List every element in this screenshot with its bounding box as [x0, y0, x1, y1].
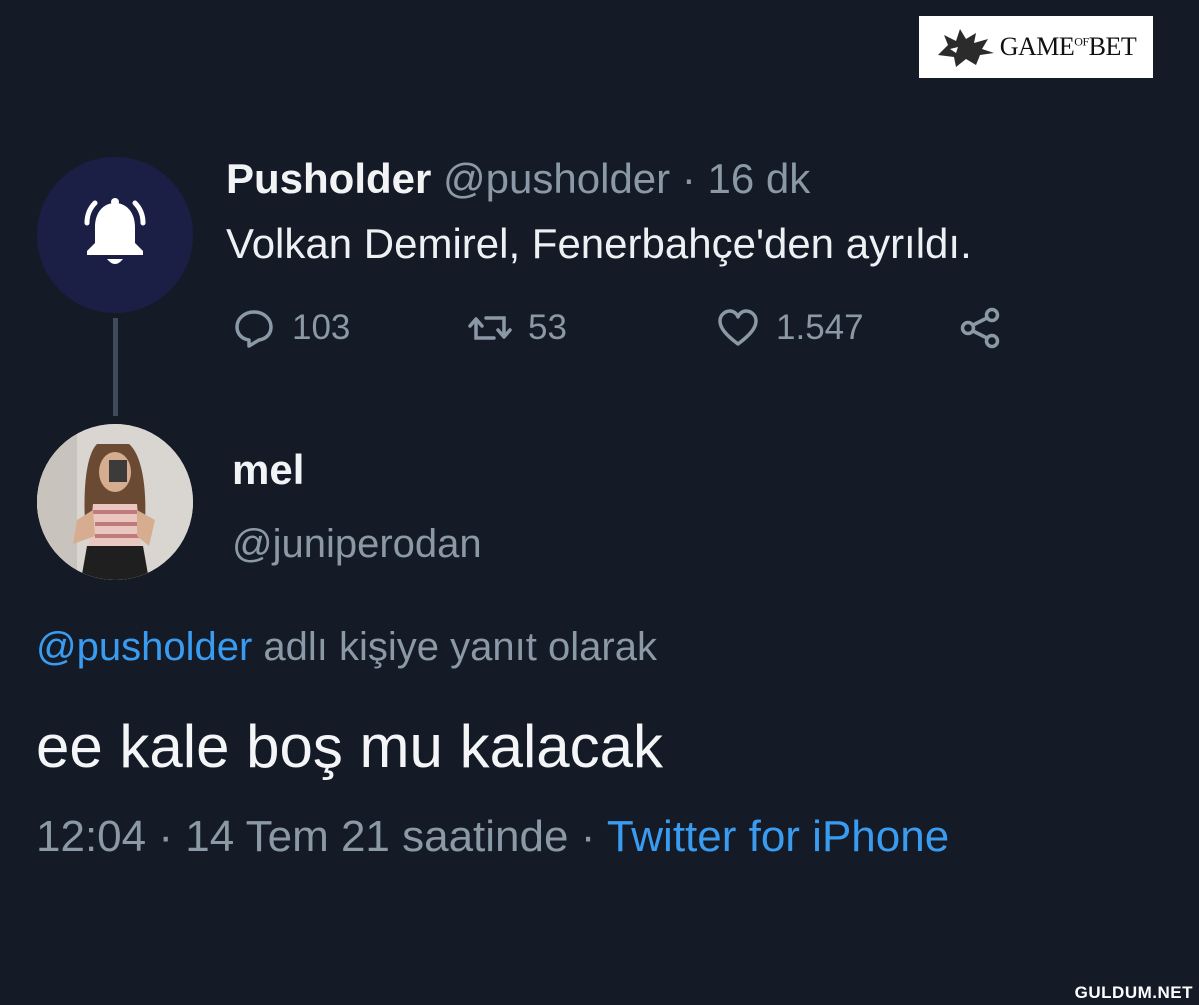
reply-button[interactable]: 103 [232, 306, 350, 350]
like-button[interactable]: 1.547 [716, 306, 864, 350]
share-button[interactable] [958, 306, 1018, 350]
retweet-button[interactable]: 53 [468, 306, 567, 350]
tweet1-display-name[interactable]: Pusholder [226, 155, 431, 202]
logo-text-game: GAME [999, 32, 1075, 61]
tweet2-source-link[interactable]: Twitter for iPhone [607, 812, 949, 861]
logo-text-bet: BET [1088, 32, 1137, 61]
tweet2-separator2: · [580, 812, 596, 861]
tweet2-date[interactable]: 14 Tem 21 saatinde [185, 812, 568, 861]
tweet1-text: Volkan Demirel, Fenerbahçe'den ayrıldı. [226, 220, 972, 267]
heart-icon [718, 309, 758, 346]
juniperodan-avatar[interactable] [37, 424, 193, 580]
retweet-icon [468, 316, 512, 340]
logo-text-of: OF [1074, 34, 1089, 49]
wolf-head-icon [937, 29, 994, 67]
reply-to-suffix: adlı kişiye yanıt olarak [263, 625, 657, 669]
tweet2-display-name[interactable]: mel [232, 446, 304, 494]
reply-to-handle-link[interactable]: @pusholder [36, 625, 252, 669]
tweet2-handle[interactable]: @juniperodan [232, 522, 482, 567]
tweet2-separator: · [158, 812, 173, 861]
bell-icon [84, 198, 146, 264]
tweet1-separator: · [681, 155, 696, 202]
reply-count: 103 [292, 308, 351, 347]
pusholder-avatar[interactable] [37, 157, 193, 313]
tweet1-action-bar: 103 53 1.547 [0, 306, 1199, 366]
site-watermark: GULDUM.NET [1074, 983, 1193, 1002]
user-photo-icon [37, 424, 193, 580]
tweet2-time[interactable]: 12:04 [36, 812, 146, 861]
tweet1-time[interactable]: 16 dk [708, 155, 811, 202]
reply-icon [235, 310, 273, 348]
gameofbet-logo: GAMEOFBET [919, 16, 1153, 78]
reply-context: @pusholder adlı kişiye yanıt olarak [36, 625, 657, 670]
tweet2-meta: 12:04 · 14 Tem 21 saatinde · Twitter for… [36, 812, 949, 862]
retweet-count: 53 [528, 308, 567, 347]
tweet2-text: ee kale boş mu kalacak [36, 713, 664, 780]
tweet1-header: Pusholder @pusholder · 16 dk [226, 155, 810, 203]
share-icon [960, 307, 1000, 349]
like-count: 1.547 [776, 308, 864, 347]
tweet1-handle[interactable]: @pusholder [443, 155, 670, 202]
